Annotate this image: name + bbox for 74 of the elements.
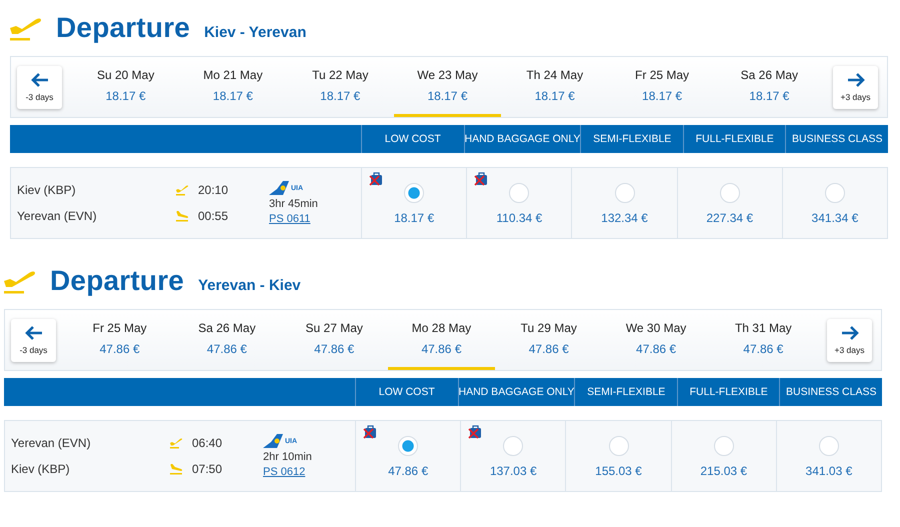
- fare-radio[interactable]: [608, 436, 628, 456]
- takeoff-icon: [169, 437, 183, 449]
- landing-icon: [175, 210, 189, 222]
- date-tab[interactable]: Sa 26 May 18.17 €: [716, 57, 823, 117]
- column-header: FULL-FLEXIBLE: [678, 378, 780, 406]
- takeoff-icon: [175, 184, 189, 196]
- date-tab[interactable]: Tu 29 May 47.86 €: [495, 310, 602, 370]
- date-tab[interactable]: Su 20 May 18.17 €: [72, 57, 180, 117]
- flight-time: 20:10: [198, 183, 228, 197]
- fare-radio[interactable]: [614, 183, 634, 203]
- column-header: BUSINESS CLASS: [785, 385, 878, 400]
- date-tab[interactable]: Mo 21 May 18.17 €: [179, 57, 287, 117]
- date-tab[interactable]: Th 31 May 47.86 €: [710, 310, 817, 370]
- fare-price: 341.03 €: [806, 464, 852, 478]
- fare-price: 155.03 €: [595, 464, 642, 478]
- airport-name: Yerevan (EVN): [17, 209, 98, 223]
- fare-price: 47.86 €: [388, 464, 428, 478]
- airline-tail-icon: [263, 434, 283, 448]
- flight-time: 06:40: [192, 436, 222, 450]
- column-header: SEMI-FLEXIBLE: [575, 378, 678, 406]
- arrow-right-icon: [846, 72, 866, 88]
- flight-number-link[interactable]: PS 0611: [269, 213, 318, 225]
- section-title: Departure: [56, 12, 190, 44]
- arrow-left-icon: [30, 72, 50, 88]
- date-tab[interactable]: We 30 May 47.86 €: [602, 310, 710, 370]
- route-label: Yerevan - Kiev: [198, 276, 301, 294]
- fare-radio[interactable]: [824, 183, 845, 203]
- date-tab[interactable]: We 23 May 18.17 €: [394, 57, 502, 117]
- route-label: Kiev - Yerevan: [204, 24, 306, 40]
- fare-radio[interactable]: [509, 183, 530, 203]
- date-tab[interactable]: Fr 25 May 47.86 €: [66, 310, 174, 370]
- flight-duration: 2hr 10min: [263, 451, 312, 463]
- flight-time: 07:50: [192, 462, 222, 476]
- column-header: LOW COST: [356, 378, 459, 406]
- flight-number-link[interactable]: PS 0612: [263, 466, 312, 478]
- column-header: SEMI-FLEXIBLE: [581, 125, 684, 153]
- column-header: HAND BAGGAGE ONLY: [464, 125, 582, 153]
- date-tab[interactable]: Fr 25 May 18.17 €: [608, 57, 716, 117]
- previous-days-button[interactable]: -3 days: [11, 318, 56, 362]
- fare-radio[interactable]: [714, 436, 734, 456]
- arrow-left-icon: [24, 325, 44, 341]
- arrow-right-icon: [840, 325, 860, 341]
- fare-radio[interactable]: [398, 436, 418, 456]
- fare-radio[interactable]: [404, 183, 424, 203]
- column-header: BUSINESS CLASS: [791, 132, 884, 147]
- airport-name: Yerevan (EVN): [11, 436, 92, 450]
- fare-price: 132.34 €: [601, 211, 648, 225]
- fare-price: 215.03 €: [700, 464, 748, 478]
- date-tab[interactable]: Tu 22 May 18.17 €: [286, 57, 394, 117]
- date-tab[interactable]: Su 27 May 47.86 €: [280, 310, 388, 370]
- section-title: Departure: [50, 265, 184, 297]
- date-tab[interactable]: Mo 28 May 47.86 €: [388, 310, 496, 370]
- landing-icon: [169, 463, 183, 475]
- fare-radio[interactable]: [503, 436, 524, 456]
- fare-radio[interactable]: [818, 436, 839, 456]
- column-header: LOW COST: [362, 125, 465, 153]
- fare-price: 137.03 €: [490, 464, 537, 478]
- next-days-button[interactable]: +3 days: [833, 66, 878, 108]
- airline-tail-icon: [269, 181, 289, 195]
- flight-time: 00:55: [198, 209, 228, 223]
- fare-price: 341.34 €: [812, 211, 858, 225]
- column-header: HAND BAGGAGE ONLY: [458, 378, 576, 406]
- flight-duration: 3hr 45min: [269, 198, 318, 210]
- date-tab[interactable]: Th 24 May 18.17 €: [501, 57, 608, 117]
- fare-radio[interactable]: [720, 183, 740, 203]
- previous-days-button[interactable]: -3 days: [17, 66, 62, 108]
- next-days-button[interactable]: +3 days: [827, 318, 872, 362]
- column-header: FULL-FLEXIBLE: [684, 125, 786, 153]
- airport-name: Kiev (KBP): [17, 183, 77, 197]
- date-tab[interactable]: Sa 26 May 47.86 €: [173, 310, 281, 370]
- fare-price: 110.34 €: [496, 211, 542, 225]
- fare-price: 227.34 €: [706, 211, 754, 225]
- fare-price: 18.17 €: [394, 211, 434, 225]
- airport-name: Kiev (KBP): [11, 462, 71, 476]
